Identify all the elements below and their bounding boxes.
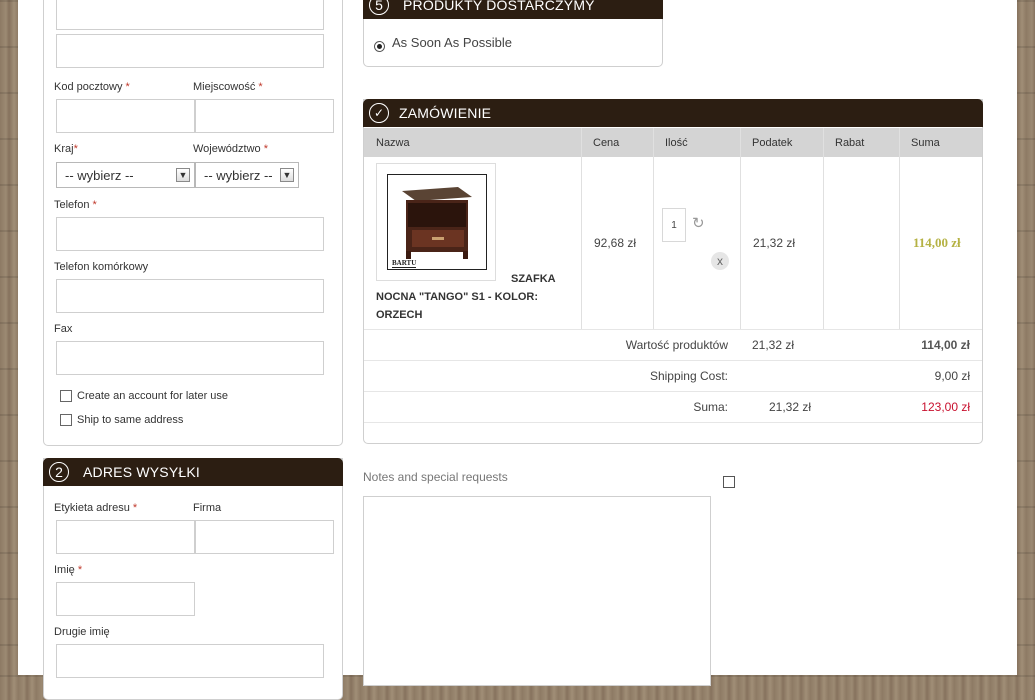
mobile-label: Telefon komórkowy <box>54 261 149 273</box>
product-thumbnail[interactable]: BARTU <box>376 163 496 281</box>
shipping-cost-total: 9,00 zł <box>934 369 970 383</box>
col-separator <box>581 128 582 329</box>
fax-input[interactable] <box>56 341 324 375</box>
notes-label: Notes and special requests <box>363 470 508 484</box>
province-select[interactable]: -- wybierz -- ▼ <box>195 162 299 188</box>
country-select[interactable]: -- wybierz -- ▼ <box>56 162 195 188</box>
province-label: Województwo * <box>193 143 269 155</box>
row-separator <box>364 422 982 423</box>
col-separator <box>653 128 654 329</box>
check-icon: ✓ <box>369 103 389 123</box>
checkout-page: Kod pocztowy * Miejscowość * Kraj* Wojew… <box>18 0 1017 700</box>
step-number: 2 <box>49 462 69 482</box>
address-label-input[interactable] <box>56 520 195 554</box>
notes-textarea[interactable] <box>363 496 711 686</box>
col-tax: Podatek <box>752 136 793 149</box>
asap-label: As Soon As Possible <box>392 35 512 50</box>
col-price: Cena <box>593 136 620 149</box>
products-value-label: Wartość produktów <box>625 338 728 352</box>
phone-input[interactable] <box>56 217 324 251</box>
col-separator <box>740 128 741 329</box>
shipping-address-header: 2 ADRES WYSYŁKI <box>43 458 343 486</box>
city-label: Miejscowość * <box>193 81 263 93</box>
address-line-input[interactable] <box>56 0 324 30</box>
product-image-brand: BARTU <box>392 259 417 268</box>
sum-label: Suma: <box>693 400 728 414</box>
refresh-icon[interactable]: ↻ <box>692 216 708 232</box>
section-title: ADRES WYSYŁKI <box>83 464 200 480</box>
product-name-link[interactable]: SZAFKA NOCNA "TANGO" S1 - KOLOR: ORZECH <box>376 270 576 324</box>
address-line-2-input[interactable] <box>56 34 324 68</box>
col-separator <box>823 128 824 329</box>
product-tax: 21,32 zł <box>753 236 796 250</box>
fax-label: Fax <box>54 323 73 335</box>
postal-code-input[interactable] <box>56 99 195 133</box>
first-name-label: Imię * <box>54 564 83 576</box>
order-header: ✓ ZAMÓWIENIE <box>363 99 983 127</box>
col-separator <box>899 128 900 329</box>
row-separator <box>364 360 982 361</box>
section-title: ZAMÓWIENIE <box>399 105 492 121</box>
mobile-input[interactable] <box>56 279 324 313</box>
postal-code-label: Kod pocztowy * <box>54 81 130 93</box>
first-name-input[interactable] <box>56 582 195 616</box>
row-separator <box>364 329 982 330</box>
col-name: Nazwa <box>376 136 410 149</box>
middle-name-label: Drugie imię <box>54 626 110 638</box>
asap-radio[interactable] <box>374 41 385 52</box>
middle-name-input[interactable] <box>56 644 324 678</box>
remove-item-button[interactable]: x <box>711 252 729 270</box>
company-label: Firma <box>193 502 222 514</box>
radio-dot <box>377 44 382 49</box>
product-total: 114,00 zł <box>913 235 961 250</box>
nightstand-image <box>402 187 472 259</box>
quantity-input[interactable]: 1 <box>662 208 686 242</box>
step-number: 5 <box>369 0 389 15</box>
chevron-down-icon: ▼ <box>176 168 190 182</box>
shipping-cost-label: Shipping Cost: <box>649 369 728 383</box>
country-label: Kraj* <box>54 143 78 155</box>
phone-label: Telefon * <box>54 199 97 211</box>
products-delivery-panel: 5 PRODUKTY DOSTARCZYMY <box>363 0 663 67</box>
country-select-value: -- wybierz -- <box>65 167 134 183</box>
create-account-checkbox[interactable] <box>60 390 72 402</box>
products-delivery-header: 5 PRODUKTY DOSTARCZYMY <box>363 0 663 19</box>
products-value-tax: 21,32 zł <box>752 338 795 352</box>
product-price: 92,68 zł <box>594 236 637 250</box>
province-select-value: -- wybierz -- <box>204 167 273 183</box>
notes-checkbox[interactable] <box>723 476 735 488</box>
address-label-label: Etykieta adresu * <box>54 502 138 514</box>
sum-total: 123,00 zł <box>921 400 970 414</box>
col-total: Suma <box>911 136 940 149</box>
product-image: BARTU <box>387 174 487 270</box>
ship-same-address-checkbox[interactable] <box>60 414 72 426</box>
sum-tax: 21,32 zł <box>769 400 812 414</box>
company-input[interactable] <box>195 520 334 554</box>
city-input[interactable] <box>195 99 334 133</box>
col-quantity: Ilość <box>665 136 688 149</box>
chevron-down-icon: ▼ <box>280 168 294 182</box>
products-value-total: 114,00 zł <box>921 338 970 352</box>
row-separator <box>364 391 982 392</box>
section-title: PRODUKTY DOSTARCZYMY <box>403 0 595 13</box>
create-account-label: Create an account for later use <box>77 390 229 402</box>
ship-same-address-label: Ship to same address <box>77 414 184 426</box>
col-discount: Rabat <box>835 136 865 149</box>
